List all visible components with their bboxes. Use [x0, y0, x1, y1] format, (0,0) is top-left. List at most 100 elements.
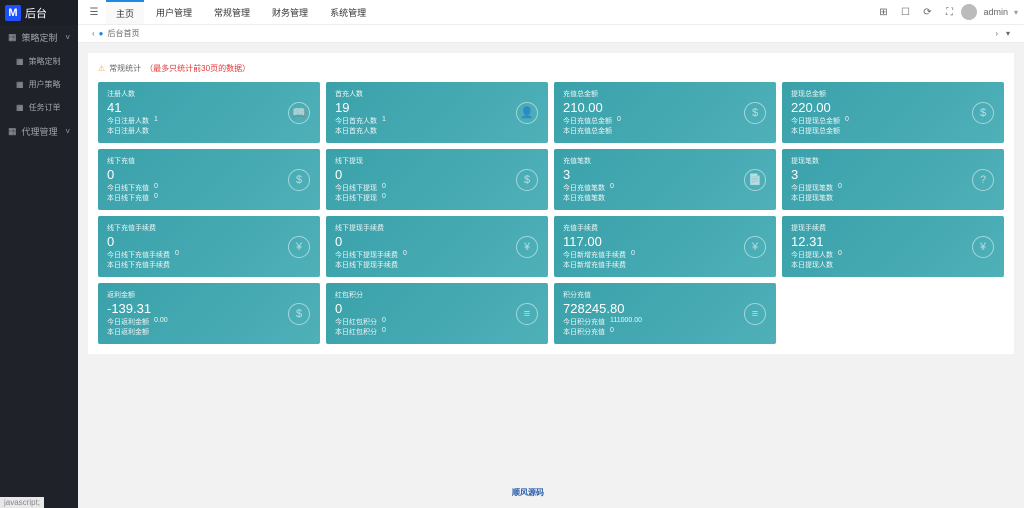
card-line1: 今日线下提现0 [335, 183, 539, 193]
prev-icon[interactable]: ‹ [88, 29, 99, 38]
card-icon: $ [744, 102, 766, 124]
avatar[interactable] [961, 4, 977, 20]
card-title: 提现总金额 [791, 89, 995, 99]
card-icon: 📄 [744, 169, 766, 191]
card-title: 首充人数 [335, 89, 539, 99]
card-line2: 本日提现笔数 [791, 193, 995, 203]
card-line1: 今日充值笔数0 [563, 183, 767, 193]
chevron-down-icon[interactable]: ▾ [1014, 8, 1018, 17]
card-line2: 本日线下提现0 [335, 193, 539, 203]
card-title: 线下提现手续费 [335, 223, 539, 233]
card-value: 220.00 [791, 100, 995, 115]
card-icon: ≡ [744, 303, 766, 325]
refresh-icon[interactable]: ⟳ [917, 2, 937, 22]
card-icon: ¥ [288, 236, 310, 258]
card-icon: $ [288, 169, 310, 191]
tab-system[interactable]: 系统管理 [320, 0, 376, 24]
card-title: 充值笔数 [563, 156, 767, 166]
card-title: 提现手续费 [791, 223, 995, 233]
card-value: 3 [791, 167, 995, 182]
sidebar-item-strategy[interactable]: ▦策略定制 [0, 25, 78, 50]
card-value: 41 [107, 100, 311, 115]
breadcrumb-bar: ‹ ● 后台首页 › ▾ [78, 25, 1024, 43]
notice-red: （最多只统计前30页的数据） [145, 63, 250, 74]
card-title: 返利金额 [107, 290, 311, 300]
stat-card: 返利金额-139.31今日返利金额0.00本日返利金额$ [98, 283, 320, 344]
tab-user[interactable]: 用户管理 [146, 0, 202, 24]
card-line1: 今日提现人数0 [791, 250, 995, 260]
card-line2: 本日积分充值0 [563, 327, 767, 337]
card-title: 充值总金额 [563, 89, 767, 99]
card-title: 充值手续费 [563, 223, 767, 233]
stat-card: 线下充值0今日线下充值0本日线下充值0$ [98, 149, 320, 210]
stat-card: 注册人数41今日注册人数1本日注册人数📖 [98, 82, 320, 143]
card-line2: 本日注册人数 [107, 126, 311, 136]
card-value: 3 [563, 167, 767, 182]
stat-card: 充值总金额210.00今日充值总金额0本日充值总金额 $ [554, 82, 776, 143]
sidebar: M 后台 ▦策略定制 ▦策略定制 ▦用户策略 ▦任务订单 ▦代理管理 [0, 0, 78, 508]
logo-text: 后台 [25, 5, 47, 21]
card-line1: 今日线下充值0 [107, 183, 311, 193]
card-value: 117.00 [563, 234, 767, 249]
card-line1: 今日线下提现手续费0 [335, 250, 539, 260]
tab-finance[interactable]: 财务管理 [262, 0, 318, 24]
card-line1: 今日充值总金额0 [563, 116, 767, 126]
card-icon: ¥ [972, 236, 994, 258]
card-icon: ¥ [516, 236, 538, 258]
sidebar-item-user-strategy[interactable]: ▦用户策略 [0, 73, 78, 96]
tab-home[interactable]: 主页 [106, 0, 144, 24]
stat-card: 积分充值728245.80今日积分充值111000.00本日积分充值0≡ [554, 283, 776, 344]
logo: M 后台 [0, 0, 78, 25]
card-icon: 👤 [516, 102, 538, 124]
sidebar-item-agent[interactable]: ▦代理管理 [0, 119, 78, 144]
card-title: 线下充值手续费 [107, 223, 311, 233]
menu-toggle-icon[interactable]: ☰ [84, 2, 104, 22]
card-line2: 本日首充人数 [335, 126, 539, 136]
card-line2: 本日线下提现手续费 [335, 260, 539, 270]
card-title: 注册人数 [107, 89, 311, 99]
main: ☰ 主页 用户管理 常规管理 财务管理 系统管理 ⊞ ☐ ⟳ ⛶ admin ▾… [78, 0, 1024, 508]
stat-card: 提现笔数3今日提现笔数0本日提现笔数? [782, 149, 1004, 210]
card-title: 提现笔数 [791, 156, 995, 166]
card-line1: 今日提现笔数0 [791, 183, 995, 193]
fullscreen-icon[interactable]: ⛶ [939, 2, 959, 22]
card-line1: 今日线下充值手续费0 [107, 250, 311, 260]
card-line2: 本日提现总金额 [791, 126, 995, 136]
card-line1: 今日首充人数1 [335, 116, 539, 126]
card-value: 12.31 [791, 234, 995, 249]
next-icon[interactable]: › [991, 29, 1002, 38]
card-line1: 今日提现总金额0 [791, 116, 995, 126]
sidebar-item-task-order[interactable]: ▦任务订单 [0, 96, 78, 119]
sidebar-item-strategy-sub[interactable]: ▦策略定制 [0, 50, 78, 73]
logo-badge: M [5, 5, 21, 21]
warning-icon: ⚠ [98, 64, 105, 73]
card-value: 0 [107, 234, 311, 249]
card-value: -139.31 [107, 301, 311, 316]
more-icon[interactable]: ▾ [1002, 29, 1014, 38]
chart-icon[interactable]: ⊞ [873, 2, 893, 22]
card-icon: ? [972, 169, 994, 191]
card-line2: 本日充值总金额 [563, 126, 767, 136]
watermark: 顺风源码 [512, 487, 544, 498]
stat-card: 充值笔数3今日充值笔数0本日充值笔数📄 [554, 149, 776, 210]
stat-card: 首充人数19今日首充人数1本日首充人数👤 [326, 82, 548, 143]
card-value: 0 [335, 167, 539, 182]
card-icon: $ [516, 169, 538, 191]
notice-label: 常规统计 [109, 63, 141, 74]
card-line2: 本日提现人数 [791, 260, 995, 270]
content: ⚠ 常规统计 （最多只统计前30页的数据） 注册人数41今日注册人数1本日注册人… [78, 43, 1024, 508]
tab-general[interactable]: 常规管理 [204, 0, 260, 24]
stat-card: 线下充值手续费0今日线下充值手续费0本日线下充值手续费 ¥ [98, 216, 320, 277]
card-value: 0 [335, 301, 539, 316]
notice: ⚠ 常规统计 （最多只统计前30页的数据） [98, 63, 1004, 74]
print-icon[interactable]: ☐ [895, 2, 915, 22]
stat-card: 提现手续费12.31今日提现人数0本日提现人数 ¥ [782, 216, 1004, 277]
card-value: 728245.80 [563, 301, 767, 316]
card-line1: 今日返利金额0.00 [107, 317, 311, 327]
stat-card: 线下提现手续费0今日线下提现手续费0本日线下提现手续费¥ [326, 216, 548, 277]
card-value: 210.00 [563, 100, 767, 115]
card-line2: 本日线下充值手续费 [107, 260, 311, 270]
stat-card: 红包积分0今日红包积分0本日红包积分0≡ [326, 283, 548, 344]
card-line2: 本日新增充值手续费 [563, 260, 767, 270]
username[interactable]: admin [979, 7, 1012, 17]
